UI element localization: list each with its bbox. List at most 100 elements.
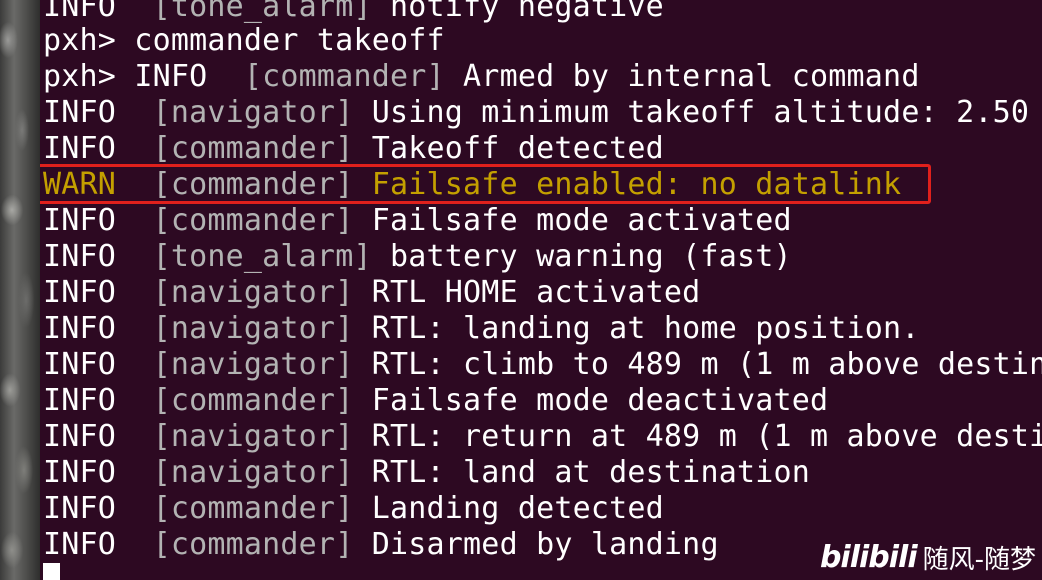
terminal-line-5: INFO [commander] Takeoff detected <box>43 131 664 167</box>
log-spacer <box>134 491 152 526</box>
log-spacer <box>353 383 371 418</box>
log-level: INFO <box>43 0 135 24</box>
log-spacer <box>372 0 390 24</box>
log-spacer <box>134 419 152 454</box>
log-spacer <box>134 383 152 418</box>
log-level: INFO <box>43 131 135 166</box>
log-spacer <box>353 419 371 454</box>
log-spacer <box>134 239 152 274</box>
log-message: battery warning (fast) <box>389 239 792 274</box>
terminal-line-8: INFO [tone_alarm] battery warning (fast) <box>43 239 792 275</box>
log-tag: [commander] <box>152 131 354 166</box>
log-spacer <box>353 527 371 562</box>
prompt-prefix: pxh> <box>43 59 135 94</box>
log-message: RTL HOME activated <box>371 275 701 310</box>
log-message: notify negative <box>389 0 664 24</box>
log-tag: [tone_alarm] <box>152 239 372 274</box>
log-level: INFO <box>43 383 135 418</box>
log-level: INFO <box>43 419 135 454</box>
log-spacer <box>134 203 152 238</box>
terminal-line-9: INFO [navigator] RTL HOME activated <box>43 275 700 311</box>
log-spacer <box>134 275 152 310</box>
log-tag: [commander] <box>152 491 354 526</box>
log-spacer <box>353 455 371 490</box>
terminal-line-11: INFO [navigator] RTL: climb to 489 m (1 … <box>43 347 1042 383</box>
log-tag: [commander] <box>152 203 354 238</box>
log-level: INFO <box>43 275 135 310</box>
terminal-line-2: pxh> commander takeoff <box>43 23 445 59</box>
log-spacer <box>134 527 152 562</box>
log-spacer <box>134 347 152 382</box>
log-spacer <box>134 455 152 490</box>
log-message: RTL: return at 489 m (1 m above destin <box>371 419 1042 454</box>
log-spacer <box>353 203 371 238</box>
log-spacer <box>134 167 152 202</box>
log-spacer <box>353 275 371 310</box>
log-spacer <box>134 311 152 346</box>
log-spacer <box>353 131 371 166</box>
log-message: RTL: landing at home position. <box>371 311 920 346</box>
terminal-line-3: pxh> INFO [commander] Armed by internal … <box>43 59 920 95</box>
terminal-line-4: INFO [navigator] Using minimum takeoff a… <box>43 95 1042 131</box>
terminal-line-12: INFO [commander] Failsafe mode deactivat… <box>43 383 828 419</box>
log-spacer <box>353 311 371 346</box>
log-spacer <box>226 59 244 94</box>
log-spacer <box>353 95 371 130</box>
terminal-cursor[interactable] <box>43 563 60 580</box>
log-message: Failsafe mode activated <box>371 203 792 238</box>
watermark-author: 随风-随梦 <box>922 544 1036 575</box>
log-tag: [navigator] <box>152 311 354 346</box>
log-message: Landing detected <box>371 491 664 526</box>
terminal-line-15: INFO [commander] Landing detected <box>43 491 664 527</box>
log-message: Disarmed by landing <box>371 527 719 562</box>
log-spacer <box>134 95 152 130</box>
log-level: INFO <box>43 95 135 130</box>
log-message: RTL: climb to 489 m (1 m above destina <box>371 347 1042 382</box>
log-tag: [tone_alarm] <box>152 0 372 24</box>
log-tag: [commander] <box>243 59 445 94</box>
terminal-line-7: INFO [commander] Failsafe mode activated <box>43 203 792 239</box>
log-tag: [navigator] <box>152 419 354 454</box>
terminal-line-13: INFO [navigator] RTL: return at 489 m (1… <box>43 419 1042 455</box>
log-tag: [navigator] <box>152 347 354 382</box>
log-level-warn: WARN <box>43 167 135 202</box>
log-tag: [commander] <box>152 383 354 418</box>
log-spacer <box>134 131 152 166</box>
log-tag: [commander] <box>152 527 354 562</box>
log-spacer <box>372 239 390 274</box>
log-level: INFO <box>43 527 135 562</box>
log-message-warn: Failsafe enabled: no datalink <box>371 167 902 202</box>
bilibili-logo: bilibili <box>819 539 918 575</box>
log-tag: [navigator] <box>152 95 354 130</box>
screen: INFO [tone_alarm] notify negative pxh> c… <box>0 0 1042 580</box>
log-spacer <box>353 167 371 202</box>
log-message: Armed by internal command <box>463 59 920 94</box>
log-level: INFO <box>43 239 135 274</box>
terminal-line-10: INFO [navigator] RTL: landing at home po… <box>43 311 920 347</box>
log-spacer <box>445 59 463 94</box>
terminal-line-6-warning: WARN [commander] Failsafe enabled: no da… <box>43 167 901 203</box>
log-message: Failsafe mode deactivated <box>371 383 829 418</box>
watermark: bilibili 随风-随梦 <box>819 539 1036 575</box>
log-level: INFO <box>43 347 135 382</box>
terminal-line-16: INFO [commander] Disarmed by landing <box>43 527 719 563</box>
log-level: INFO <box>43 311 135 346</box>
log-spacer <box>353 347 371 382</box>
log-spacer <box>353 491 371 526</box>
log-level: INFO <box>134 59 226 94</box>
log-level: INFO <box>43 455 135 490</box>
log-tag: [commander] <box>152 167 354 202</box>
desktop-wallpaper-strip <box>0 0 40 580</box>
terminal-window[interactable]: INFO [tone_alarm] notify negative pxh> c… <box>40 0 1042 580</box>
terminal-line-14: INFO [navigator] RTL: land at destinatio… <box>43 455 810 491</box>
log-tag: [navigator] <box>152 455 354 490</box>
log-level: INFO <box>43 491 135 526</box>
prompt-command: pxh> commander takeoff <box>43 23 445 58</box>
terminal-line-1: INFO [tone_alarm] notify negative <box>43 0 664 25</box>
log-message: Using minimum takeoff altitude: 2.50 m <box>371 95 1042 130</box>
log-message: RTL: land at destination <box>371 455 811 490</box>
log-tag: [navigator] <box>152 275 354 310</box>
log-level: INFO <box>43 203 135 238</box>
log-message: Takeoff detected <box>371 131 664 166</box>
log-spacer <box>134 0 152 24</box>
